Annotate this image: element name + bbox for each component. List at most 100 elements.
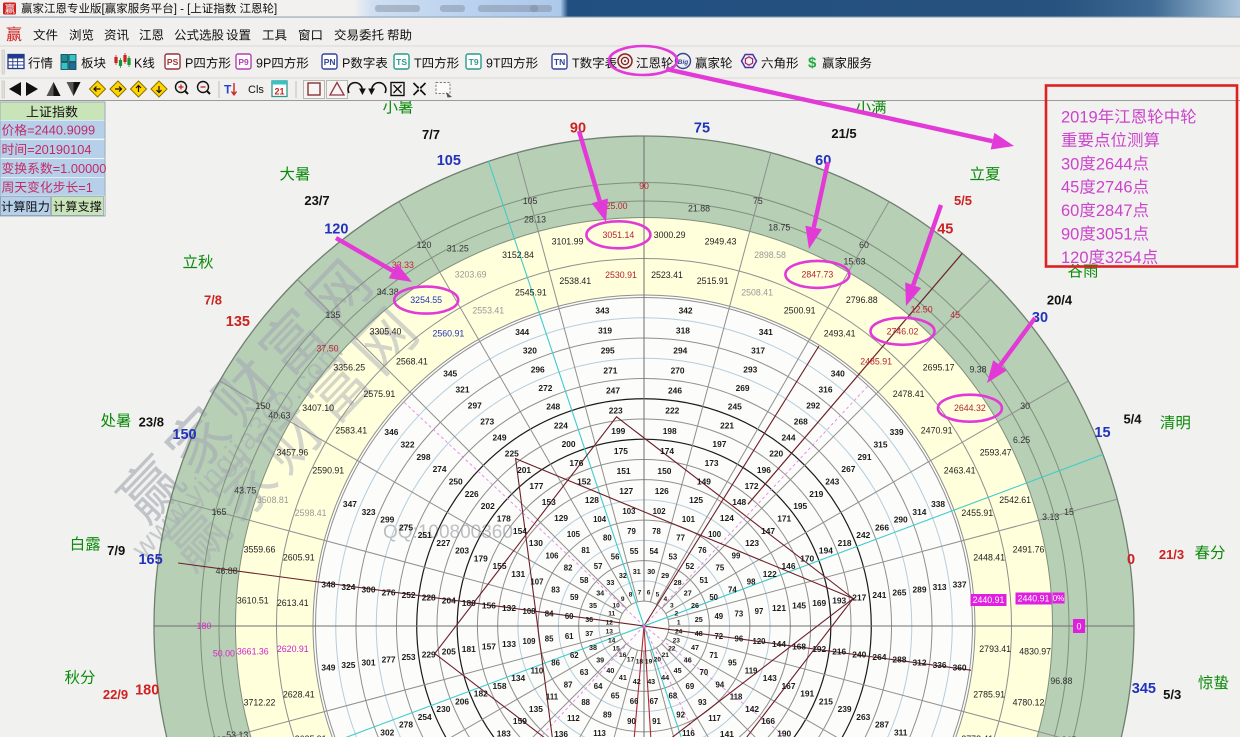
svg-text:227: 227: [436, 538, 450, 548]
svg-text:242: 242: [856, 530, 870, 540]
svg-text:31: 31: [633, 567, 641, 576]
svg-text:128: 128: [585, 495, 599, 505]
svg-text:59: 59: [570, 593, 579, 602]
svg-text:=1: =1: [78, 180, 93, 195]
svg-text:23/8: 23/8: [139, 415, 164, 430]
svg-text:123: 123: [745, 538, 759, 548]
svg-text:221: 221: [720, 420, 734, 430]
svg-text:298: 298: [417, 452, 431, 462]
svg-text:5/3: 5/3: [1163, 687, 1181, 702]
svg-text:311: 311: [894, 727, 908, 737]
svg-text:340: 340: [831, 368, 845, 378]
svg-text:321: 321: [456, 385, 470, 395]
svg-text:2644.32: 2644.32: [954, 403, 986, 413]
svg-text:200: 200: [562, 439, 576, 449]
svg-text:P9: P9: [238, 57, 249, 67]
svg-text:119: 119: [745, 666, 758, 675]
svg-text:249: 249: [493, 433, 507, 443]
svg-text:165: 165: [138, 552, 162, 568]
svg-text:15: 15: [1094, 425, 1110, 441]
svg-text:247: 247: [606, 386, 620, 396]
svg-text:203: 203: [455, 546, 469, 556]
svg-text:288: 288: [892, 655, 906, 665]
svg-text:90: 90: [627, 717, 636, 726]
svg-text:91: 91: [652, 717, 661, 726]
svg-text:183: 183: [497, 729, 511, 737]
svg-text:229: 229: [422, 649, 436, 659]
svg-text:62: 62: [570, 651, 579, 660]
svg-text:2695.17: 2695.17: [923, 363, 955, 373]
svg-text:120: 120: [1061, 249, 1089, 267]
svg-text:343: 343: [595, 305, 609, 315]
svg-text:2796.88: 2796.88: [846, 295, 878, 305]
svg-text:96: 96: [735, 635, 744, 644]
svg-text:30: 30: [647, 567, 655, 576]
svg-text:2593.47: 2593.47: [980, 448, 1012, 458]
svg-text:2847: 2847: [1096, 202, 1133, 220]
svg-text:7/9: 7/9: [107, 543, 125, 558]
svg-text:277: 277: [382, 655, 396, 665]
svg-text:39: 39: [596, 656, 604, 665]
svg-text:64: 64: [594, 682, 603, 691]
svg-text:3559.66: 3559.66: [244, 545, 276, 555]
svg-text:295: 295: [601, 346, 615, 356]
svg-text:12.50: 12.50: [911, 305, 933, 315]
svg-text:171: 171: [777, 513, 791, 523]
svg-text:220: 220: [769, 449, 783, 459]
svg-text:292: 292: [806, 401, 820, 411]
svg-text:3610.51: 3610.51: [237, 595, 269, 605]
svg-text:268: 268: [794, 417, 808, 427]
svg-text:174: 174: [660, 446, 674, 456]
svg-text:89: 89: [603, 710, 612, 719]
svg-text:99: 99: [732, 551, 741, 560]
svg-text:107: 107: [530, 578, 543, 587]
svg-text:265: 265: [892, 587, 906, 597]
svg-text:336: 336: [933, 660, 947, 670]
svg-text:159: 159: [513, 716, 527, 726]
svg-text:42: 42: [633, 677, 641, 686]
svg-text:2605.91: 2605.91: [283, 552, 315, 562]
svg-text:2542.61: 2542.61: [999, 495, 1031, 505]
svg-text:0: 0: [1076, 622, 1081, 632]
svg-text:2898.58: 2898.58: [754, 250, 786, 260]
svg-text:130: 130: [529, 538, 543, 548]
svg-text:75: 75: [753, 196, 763, 206]
svg-text:Cls: Cls: [248, 84, 264, 96]
svg-text:197: 197: [712, 439, 726, 449]
svg-text:67: 67: [650, 697, 659, 706]
svg-text:109: 109: [522, 637, 536, 646]
svg-text:90: 90: [1061, 226, 1079, 244]
svg-text:2613.41: 2613.41: [277, 598, 309, 608]
svg-text:135: 135: [529, 704, 543, 714]
svg-text:198: 198: [663, 426, 677, 436]
svg-text:3101.99: 3101.99: [552, 237, 584, 247]
svg-text:4780.12: 4780.12: [1013, 698, 1045, 708]
svg-text:94: 94: [716, 680, 725, 689]
svg-text:248: 248: [546, 402, 560, 412]
svg-text:98: 98: [747, 578, 756, 587]
svg-text:86: 86: [551, 659, 560, 668]
svg-text:3712.22: 3712.22: [244, 698, 276, 708]
svg-text:294: 294: [673, 346, 687, 356]
svg-text:320: 320: [523, 346, 537, 356]
svg-text:155: 155: [493, 561, 507, 571]
svg-text:3305.40: 3305.40: [370, 326, 402, 336]
svg-text:46.88: 46.88: [216, 566, 238, 576]
svg-text:7/8: 7/8: [204, 292, 222, 307]
svg-text:24: 24: [675, 629, 683, 636]
svg-text:102: 102: [653, 507, 667, 516]
svg-text:135: 135: [326, 310, 341, 320]
svg-text:316: 316: [819, 385, 833, 395]
svg-text:9P: 9P: [256, 57, 271, 71]
svg-text:37.50: 37.50: [316, 343, 338, 353]
svg-text:21.88: 21.88: [688, 204, 710, 214]
svg-text:217: 217: [852, 593, 866, 603]
svg-text:152: 152: [577, 477, 591, 487]
svg-text:2485.91: 2485.91: [860, 356, 892, 366]
svg-text:270: 270: [671, 366, 685, 376]
svg-text:230: 230: [436, 704, 450, 714]
svg-text:108: 108: [522, 607, 536, 616]
svg-text:129: 129: [554, 513, 568, 523]
svg-text:84: 84: [545, 610, 554, 619]
svg-text:50: 50: [709, 593, 718, 602]
